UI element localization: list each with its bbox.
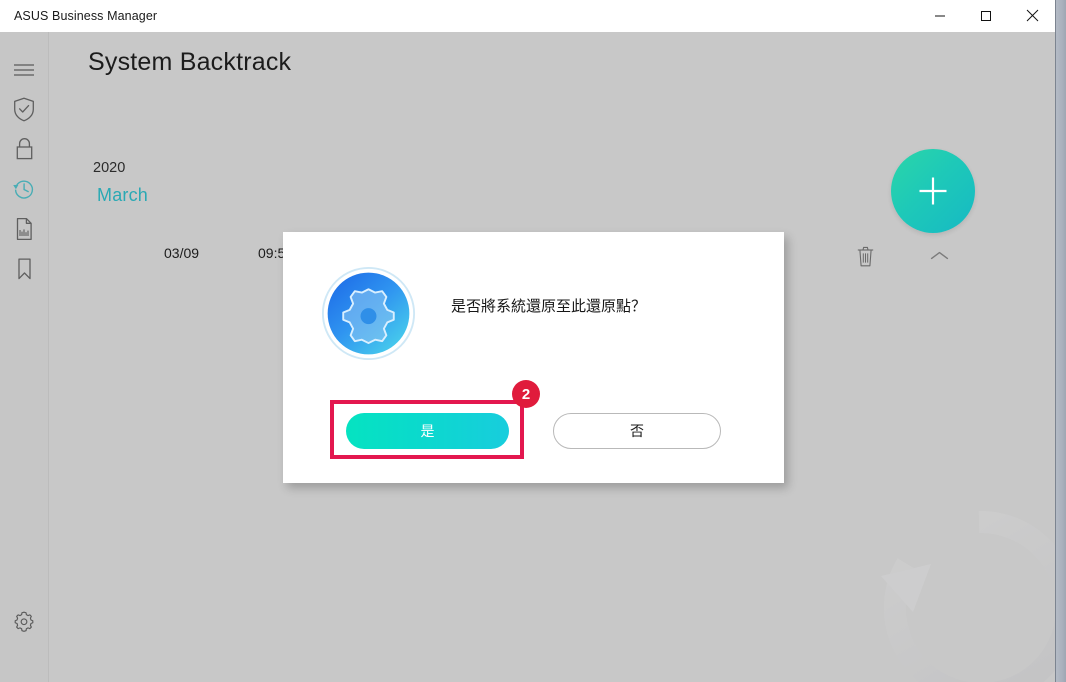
page-title: System Backtrack: [88, 48, 292, 76]
close-icon: [1026, 9, 1038, 22]
maximize-button[interactable]: [963, 0, 1009, 31]
trash-icon: [857, 246, 873, 266]
confirm-yes-button[interactable]: 是: [346, 413, 509, 449]
sidebar-item-settings[interactable]: [0, 601, 48, 641]
sidebar-rail: [0, 32, 49, 682]
history-clock-icon: [13, 180, 34, 199]
sidebar-item-lock[interactable]: [0, 129, 48, 169]
collapse-group-button[interactable]: [925, 243, 953, 269]
lock-icon: [16, 138, 32, 160]
chevron-up-icon: [930, 251, 948, 260]
application-window: ASUS Business Manager System Backtrack 2…: [0, 0, 1056, 682]
add-restore-point-button[interactable]: [891, 149, 975, 233]
document-report-icon: [16, 217, 32, 241]
restore-arrow-icon: [881, 510, 1055, 682]
timeline-month-label: March: [97, 185, 149, 205]
sidebar-item-security[interactable]: [0, 89, 48, 129]
shield-check-icon: [14, 97, 34, 121]
dialog-message: 是否將系統還原至此還原點？: [451, 297, 647, 315]
desktop-right-strip: [1056, 0, 1066, 682]
minimize-icon: [935, 15, 945, 16]
annotation-step-badge: 2: [512, 380, 540, 408]
sidebar-item-system-backtrack[interactable]: [0, 169, 48, 209]
sidebar-item-report[interactable]: [0, 209, 48, 249]
sidebar-item-hamburger-menu[interactable]: [0, 50, 48, 90]
confirm-dialog: 是否將系統還原至此還原點？ 是 否: [283, 232, 784, 483]
title-bar: ASUS Business Manager: [0, 0, 1055, 33]
maximize-icon: [981, 10, 991, 21]
close-button[interactable]: [1009, 0, 1055, 31]
hamburger-icon: [14, 64, 34, 76]
restore-point-date: 03/09: [164, 245, 200, 261]
gear-circle-icon: [321, 266, 416, 361]
window-title: ASUS Business Manager: [14, 9, 158, 23]
gear-icon: [14, 611, 34, 632]
minimize-button[interactable]: [917, 0, 963, 31]
delete-restore-point-button[interactable]: [850, 241, 880, 271]
sidebar-item-bookmark[interactable]: [0, 249, 48, 289]
bookmark-icon: [17, 258, 31, 280]
confirm-no-button[interactable]: 否: [553, 413, 721, 449]
timeline-year-label: 2020: [93, 160, 126, 176]
plus-icon: [919, 177, 947, 205]
